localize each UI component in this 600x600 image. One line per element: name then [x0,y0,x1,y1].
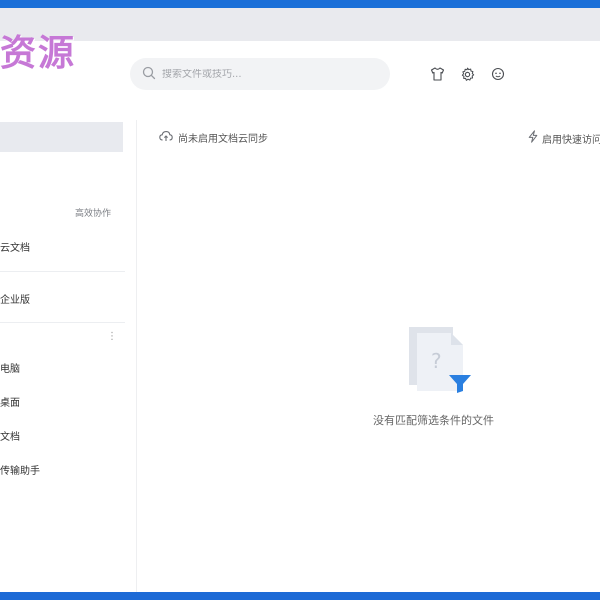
cloud-icon [159,130,178,145]
watermark: 资源 [0,32,77,74]
sidebar-item-enterprise[interactable]: 企业版 [0,291,30,306]
sidebar-item-transfer-assistant[interactable]: 传输助手 [0,462,40,477]
svg-text:?: ? [431,349,442,373]
sidebar-item-documents[interactable]: 文档 [0,428,20,443]
sidebar-item-cloud-docs[interactable]: 云文档 [0,239,30,254]
more-options-icon[interactable]: ⋮ [107,332,117,342]
sidebar-item-computer[interactable]: 电脑 [0,360,20,375]
sidebar-selected-row[interactable] [0,122,123,152]
sidebar: 高效协作 云文档 企业版 ⋮ 电脑 桌面 文档 传输助手 [0,120,137,592]
app-window: 资源 高效协作 云文档 企业版 ⋮ 电脑 桌面 文档 传输助手 尚未启用文档云同… [0,8,600,592]
title-bar [0,8,600,41]
search-icon [142,65,156,84]
lightning-icon [527,130,542,146]
main-panel: 尚未启用文档云同步 启用快速访问 ? 没有匹配筛选条件的文件 [137,120,600,592]
cloud-sync-status[interactable]: 尚未启用文档云同步 [159,130,268,145]
search-input[interactable] [162,68,372,80]
sidebar-section-action[interactable]: 高效协作 [75,206,111,219]
quick-access-label: 启用快速访问 [542,134,600,146]
sidebar-item-desktop[interactable]: 桌面 [0,394,20,409]
search-box[interactable] [130,58,390,90]
divider [0,271,125,272]
gear-icon[interactable] [459,66,475,82]
empty-state-message: 没有匹配筛选条件的文件 [373,414,494,427]
shirt-icon[interactable] [429,66,445,82]
divider [0,322,125,323]
empty-state-illustration: ? [407,325,473,395]
chat-icon[interactable] [490,66,506,82]
quick-access-toggle[interactable]: 启用快速访问 [527,130,600,146]
sync-label: 尚未启用文档云同步 [178,134,268,145]
